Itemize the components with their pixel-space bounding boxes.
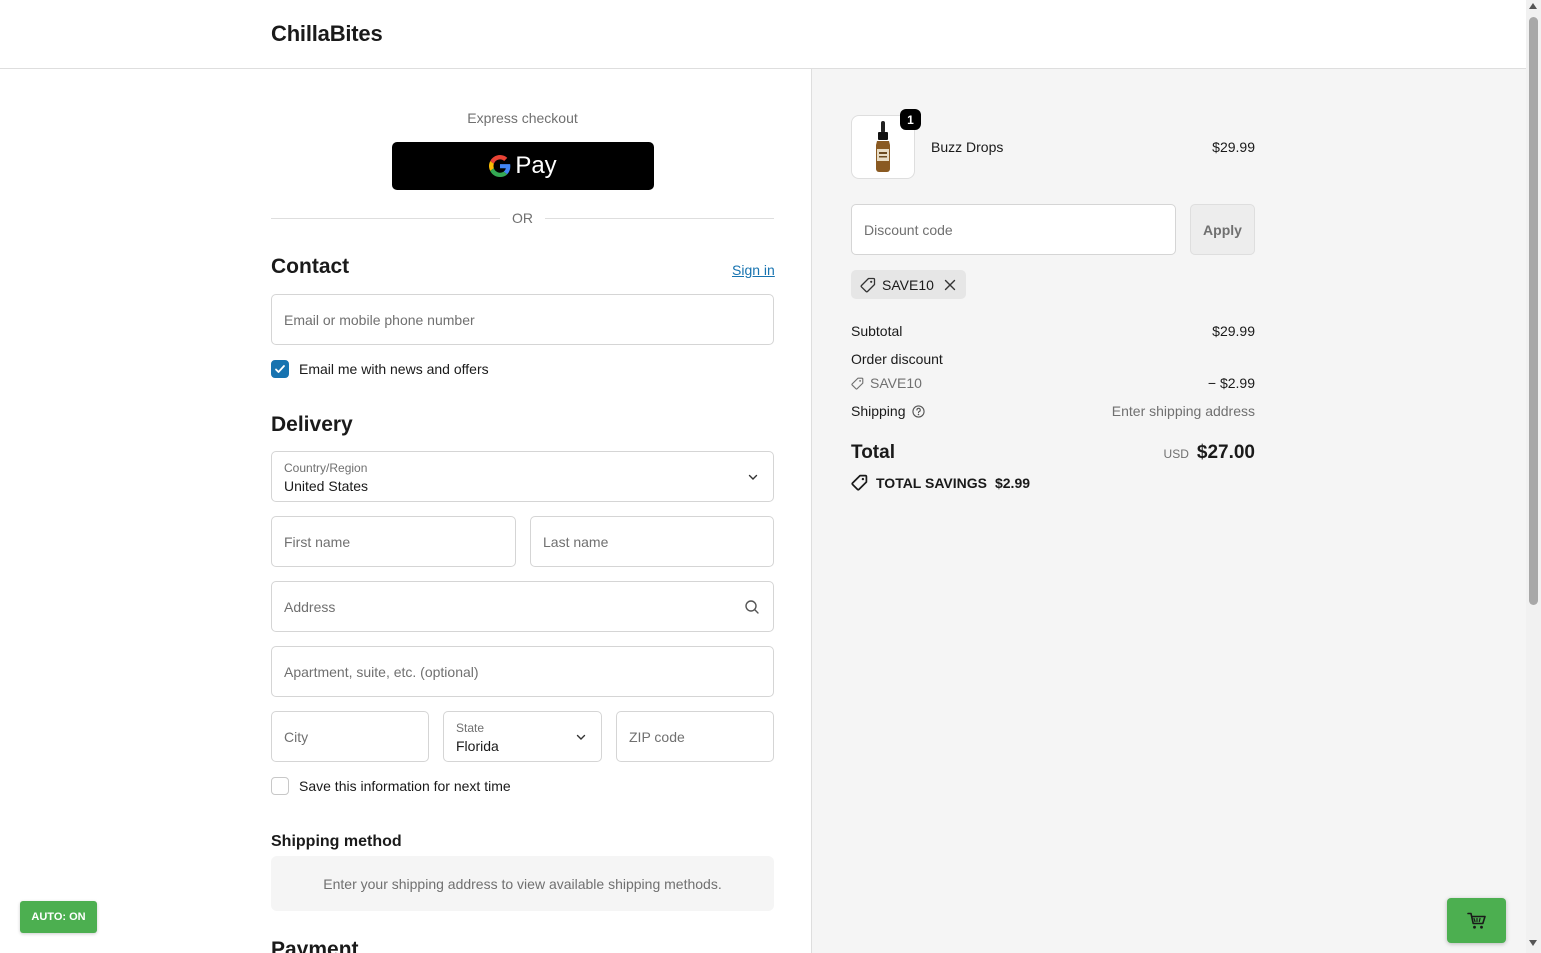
- tag-icon: [851, 377, 864, 390]
- zip-input[interactable]: [617, 712, 773, 761]
- city-wrapper: [271, 711, 429, 762]
- subtotal-value: $29.99: [1212, 323, 1255, 339]
- order-discount-label: Order discount: [851, 351, 943, 367]
- last-name-wrapper: [530, 516, 774, 567]
- country-value: United States: [284, 478, 369, 494]
- divider-line: [271, 217, 500, 219]
- discount-code-input[interactable]: [852, 205, 1175, 254]
- delivery-heading: Delivery: [271, 413, 353, 436]
- address-wrapper: [271, 581, 774, 632]
- applied-discount-code: SAVE10: [882, 276, 934, 293]
- divider-line: [545, 217, 774, 219]
- save-info-label: Save this information for next time: [299, 778, 511, 794]
- google-g-icon: [489, 155, 511, 177]
- discount-code-label: SAVE10: [870, 375, 922, 391]
- page-scrollbar[interactable]: [1526, 0, 1541, 953]
- country-select[interactable]: Country/Region United States: [271, 451, 774, 502]
- news-offers-label: Email me with news and offers: [299, 361, 489, 377]
- apartment-wrapper: [271, 646, 774, 697]
- total-savings-label: TOTAL SAVINGS: [876, 474, 987, 491]
- first-name-wrapper: [271, 516, 516, 567]
- apply-discount-button[interactable]: Apply: [1190, 204, 1255, 255]
- email-field-wrapper: [271, 294, 774, 345]
- scrollbar-thumb[interactable]: [1529, 17, 1538, 605]
- total-row: Total USD $27.00: [851, 442, 1255, 464]
- shipping-method-notice: Enter your shipping address to view avai…: [271, 856, 774, 911]
- google-pay-button[interactable]: Pay: [392, 142, 654, 190]
- shipping-label-cell: Shipping: [851, 403, 925, 419]
- zip-wrapper: [616, 711, 774, 762]
- total-value-group: USD $27.00: [1164, 442, 1255, 464]
- address-input[interactable]: [272, 582, 773, 631]
- subtotal-row: Subtotal $29.99: [851, 323, 1255, 339]
- chevron-down-icon: [576, 734, 586, 740]
- first-name-input[interactable]: [272, 517, 515, 566]
- checkmark-icon: [275, 365, 285, 373]
- or-divider: OR: [271, 210, 774, 226]
- cart-icon: [1466, 912, 1486, 929]
- news-offers-checkbox[interactable]: [271, 360, 289, 378]
- shipping-label: Shipping: [851, 403, 906, 419]
- product-name: Buzz Drops: [931, 139, 1004, 155]
- order-discount-row: Order discount: [851, 351, 1255, 367]
- search-icon[interactable]: [744, 599, 760, 615]
- applied-discount-tag: SAVE10: [851, 270, 966, 299]
- contact-heading: Contact: [271, 255, 350, 278]
- total-currency: USD: [1163, 447, 1189, 461]
- discount-code-row: SAVE10 − $2.99: [851, 375, 1255, 391]
- checkout-form-column: Express checkout Pay OR Contact Sign in …: [0, 69, 812, 953]
- order-summary-column: 1 Buzz Drops $29.99 Apply SAVE10 Subtota…: [812, 69, 1526, 953]
- subtotal-label: Subtotal: [851, 323, 903, 339]
- shipping-value: Enter shipping address: [1111, 403, 1255, 419]
- news-offers-row: Email me with news and offers: [271, 360, 489, 378]
- close-icon: [944, 279, 956, 290]
- payment-heading: Payment: [271, 938, 359, 953]
- email-input[interactable]: [272, 295, 773, 344]
- cart-floating-button[interactable]: [1447, 898, 1506, 943]
- save-info-checkbox[interactable]: [271, 777, 289, 795]
- discount-value: − $2.99: [1207, 375, 1255, 391]
- discount-code-cell: SAVE10: [851, 375, 922, 391]
- dropper-bottle-image: [876, 121, 890, 172]
- help-circle-icon[interactable]: [911, 404, 925, 418]
- total-label: Total: [851, 442, 895, 463]
- chevron-down-icon: [748, 474, 758, 480]
- last-name-input[interactable]: [531, 517, 773, 566]
- brand-logo[interactable]: ChillaBites: [271, 21, 383, 47]
- shipping-row: Shipping Enter shipping address: [851, 403, 1255, 419]
- or-label: OR: [512, 210, 533, 226]
- google-pay-label: Pay: [515, 152, 557, 179]
- product-price: $29.99: [1212, 139, 1255, 155]
- scroll-up-arrow[interactable]: [1529, 3, 1537, 9]
- state-select[interactable]: State Florida: [443, 711, 602, 762]
- tag-icon: [860, 277, 876, 292]
- total-savings-value: $2.99: [994, 474, 1031, 491]
- shipping-method-heading: Shipping method: [271, 833, 402, 850]
- auto-toggle-badge[interactable]: AUTO: ON: [20, 901, 97, 933]
- total-value: $27.00: [1196, 442, 1255, 463]
- discount-field-wrapper: [851, 204, 1176, 255]
- state-label: State: [456, 721, 485, 735]
- express-checkout-label: Express checkout: [467, 110, 578, 126]
- country-label: Country/Region: [284, 461, 368, 475]
- sign-in-link[interactable]: Sign in: [732, 262, 775, 278]
- city-input[interactable]: [272, 712, 428, 761]
- scroll-down-arrow[interactable]: [1529, 940, 1537, 946]
- tag-icon: [851, 474, 868, 491]
- quantity-badge: 1: [900, 109, 921, 130]
- remove-discount-button[interactable]: [944, 279, 956, 291]
- state-value: Florida: [456, 738, 499, 754]
- site-header: ChillaBites: [0, 0, 1526, 69]
- apartment-input[interactable]: [272, 647, 773, 696]
- total-savings-row: TOTAL SAVINGS $2.99: [851, 474, 1030, 491]
- shipping-method-message: Enter your shipping address to view avai…: [323, 875, 722, 892]
- save-info-row: Save this information for next time: [271, 777, 511, 795]
